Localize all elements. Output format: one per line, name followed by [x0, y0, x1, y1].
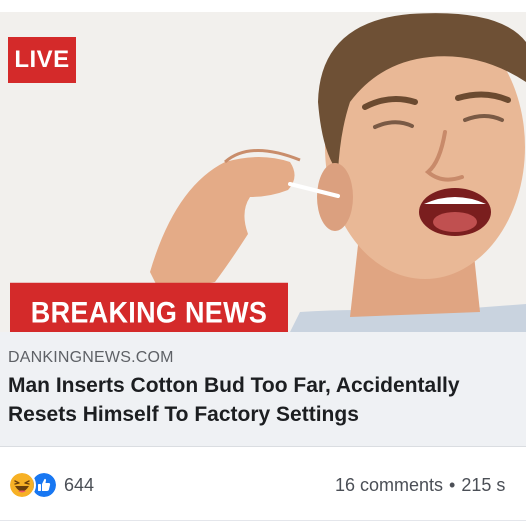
link-headline[interactable]: Man Inserts Cotton Bud Too Far, Accident…: [8, 371, 522, 429]
reactions-summary[interactable]: 644: [8, 470, 94, 500]
post-stats: 16 comments • 215 s: [335, 470, 505, 500]
top-spacer: [0, 0, 526, 12]
bottom-divider: [0, 520, 526, 521]
headline-line-2: Resets Himself To Factory Settings: [8, 403, 359, 426]
reaction-count: 644: [64, 474, 95, 495]
live-badge: LIVE: [8, 37, 76, 83]
comments-count-link[interactable]: 16 comments: [335, 475, 443, 496]
news-post: LIVE BREAKING NEWS DANKINGNEWS.COM Man I…: [0, 0, 526, 526]
headline-line-1: Man Inserts Cotton Bud Too Far, Accident…: [8, 374, 460, 397]
link-site-name: DANKINGNEWS.COM: [8, 349, 174, 366]
haha-icon: [8, 471, 36, 499]
breaking-news-banner: BREAKING NEWS: [10, 282, 288, 332]
stats-separator: •: [449, 474, 456, 495]
divider: [0, 446, 526, 447]
shares-count-link[interactable]: 215 s: [461, 475, 505, 496]
post-image[interactable]: LIVE BREAKING NEWS: [0, 12, 526, 332]
